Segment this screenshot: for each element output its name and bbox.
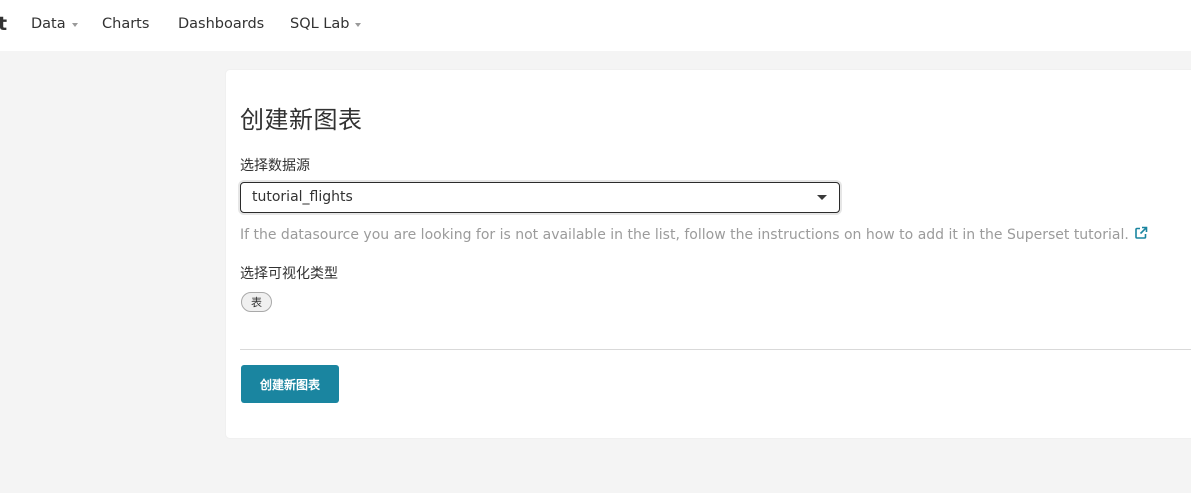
create-chart-panel: 创建新图表 选择数据源 tutorial_flights If the data…: [226, 70, 1191, 438]
nav-item-charts-label: Charts: [102, 16, 150, 32]
chevron-down-icon: [71, 23, 78, 27]
datasource-help-text: If the datasource you are looking for is…: [240, 226, 1148, 244]
divider: [240, 349, 1191, 350]
nav-item-sql-lab-label: SQL Lab: [290, 16, 350, 32]
nav-item-data[interactable]: Data: [31, 16, 78, 32]
viz-type-label: 选择可视化类型: [240, 266, 338, 282]
external-link-icon[interactable]: [1134, 226, 1148, 244]
nav-item-dashboards-label: Dashboards: [178, 16, 265, 32]
caret-down-icon: [817, 195, 827, 200]
viz-type-pill[interactable]: 表: [241, 292, 272, 312]
create-chart-button[interactable]: 创建新图表: [241, 365, 339, 403]
top-navbar: t Data Charts Dashboards SQL Lab: [0, 0, 1191, 51]
brand-logo[interactable]: t: [0, 13, 7, 35]
datasource-label: 选择数据源: [240, 158, 310, 174]
nav-item-sql-lab[interactable]: SQL Lab: [290, 16, 362, 32]
chevron-down-icon: [355, 23, 362, 27]
datasource-selected-value: tutorial_flights: [252, 189, 353, 205]
datasource-select[interactable]: tutorial_flights: [240, 182, 840, 213]
help-text: If the datasource you are looking for is…: [240, 227, 1129, 243]
page-title: 创建新图表: [240, 106, 363, 134]
nav-item-charts[interactable]: Charts: [102, 16, 149, 32]
nav-item-data-label: Data: [31, 16, 66, 32]
nav-item-dashboards[interactable]: Dashboards: [178, 16, 264, 32]
